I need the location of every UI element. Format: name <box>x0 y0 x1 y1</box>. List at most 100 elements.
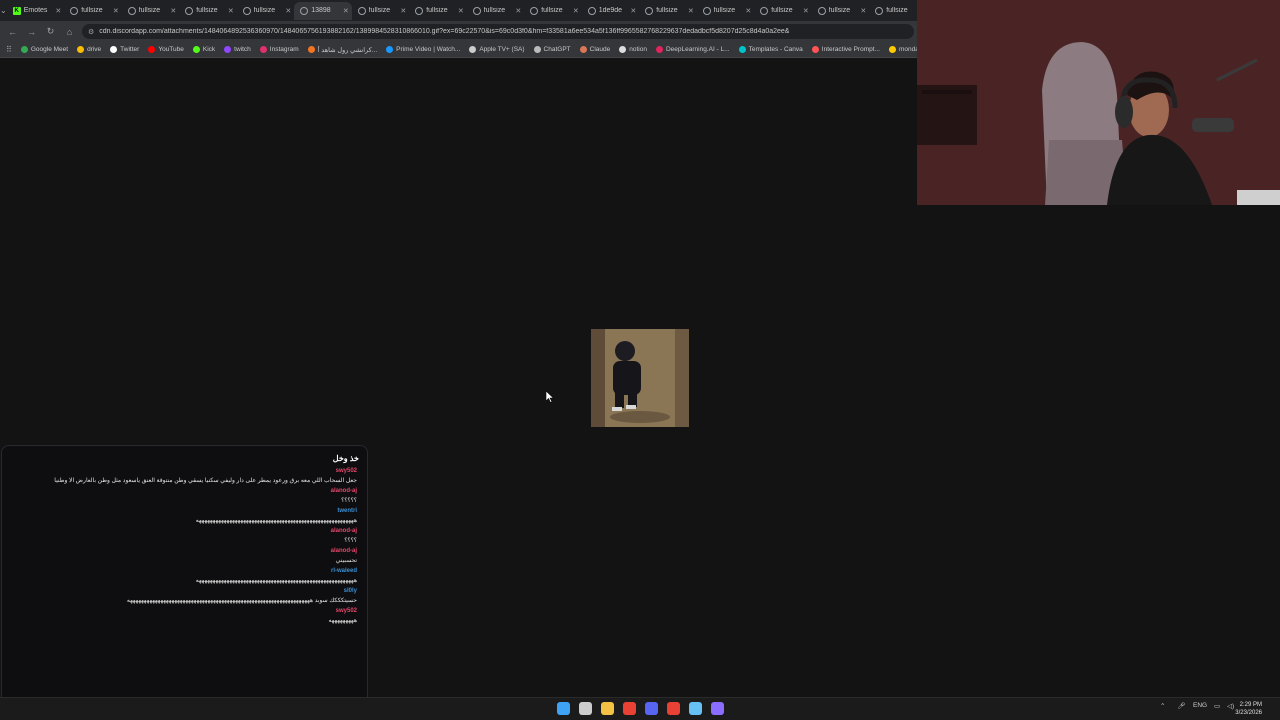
globe-icon <box>472 6 481 15</box>
tab-7[interactable]: fullsize ✕ <box>409 2 467 20</box>
tab-search-menu[interactable]: ⌄ <box>0 0 7 21</box>
close-tab-icon[interactable]: ✕ <box>170 7 176 15</box>
close-tab-icon[interactable]: ✕ <box>860 7 866 15</box>
microphone-icon[interactable]: 🎤︎ <box>1177 702 1185 710</box>
tab-2[interactable]: fullsize ✕ <box>122 2 180 20</box>
bookmark-favicon-icon <box>811 46 819 53</box>
bookmark-item[interactable]: Interactive Prompt... <box>811 46 880 54</box>
network-icon[interactable]: ▭ <box>1214 702 1220 710</box>
chat-username[interactable]: swy502 <box>17 468 357 474</box>
address-bar[interactable]: ⚙ cdn.discordapp.com/attachments/1484064… <box>82 24 914 39</box>
tab-12[interactable]: fullsize ✕ <box>697 2 755 20</box>
volume-icon[interactable]: ◁) <box>1227 702 1234 710</box>
bookmark-item[interactable]: Templates - Canva <box>738 46 803 54</box>
tab-10[interactable]: 1de9de ✕ <box>582 2 640 20</box>
bookmark-item[interactable]: drive <box>77 46 101 54</box>
tab-0[interactable]: K Emotes ✕ <box>7 2 65 20</box>
app-icon[interactable] <box>711 702 724 715</box>
tab-5[interactable]: 13898 ✕ <box>294 1 352 20</box>
close-tab-icon[interactable]: ✕ <box>573 7 579 15</box>
show-hidden-icons[interactable]: ⌃ <box>1160 702 1165 710</box>
bookmark-item[interactable]: DeepLearning.AI - L... <box>655 46 730 54</box>
clock[interactable]: 2:29 PM 3/23/2026 <box>1235 701 1262 717</box>
search-icon[interactable] <box>579 702 592 715</box>
bookmark-item[interactable]: notion <box>619 46 647 54</box>
home-button[interactable]: ⌂ <box>63 25 76 38</box>
forward-button[interactable]: → <box>25 25 38 38</box>
gif-image[interactable] <box>591 329 689 427</box>
chat-username[interactable]: alanod-aj <box>17 528 357 534</box>
bookmark-item[interactable]: ChatGPT <box>533 46 571 54</box>
close-tab-icon[interactable]: ✕ <box>285 7 291 15</box>
globe-icon <box>127 6 136 15</box>
tab-4[interactable]: fullsize ✕ <box>237 2 295 20</box>
close-tab-icon[interactable]: ✕ <box>458 7 464 15</box>
gif-scene <box>591 329 689 427</box>
apps-grid-icon[interactable]: ⠿ <box>6 45 12 54</box>
bookmark-item[interactable]: Twitter <box>110 46 139 54</box>
tab-11[interactable]: fullsize ✕ <box>639 2 697 20</box>
bookmark-item[interactable]: كرانشي رول شاهد أ... <box>307 46 377 54</box>
tab-label: fullsize <box>483 7 506 14</box>
chat-username[interactable]: sl0ly <box>17 588 357 594</box>
file-explorer-icon[interactable] <box>601 702 614 715</box>
tab-8[interactable]: fullsize ✕ <box>467 2 525 20</box>
close-tab-icon[interactable]: ✕ <box>630 7 636 15</box>
chat-username[interactable]: swy502 <box>17 608 357 614</box>
chat-username[interactable]: rl-waleed <box>17 568 357 574</box>
bookmark-item[interactable]: YouTube <box>148 46 184 54</box>
site-info-icon[interactable]: ⚙ <box>88 28 94 36</box>
bookmark-item[interactable]: Apple TV+ (SA) <box>469 46 525 54</box>
bookmark-label: Prime Video | Watch... <box>396 46 461 53</box>
tab-14[interactable]: fullsize ✕ <box>812 2 870 20</box>
bookmark-favicon-icon <box>888 46 896 53</box>
bookmark-label: Kick <box>202 46 216 53</box>
discord-icon[interactable] <box>645 702 658 715</box>
bookmark-label: notion <box>629 46 647 53</box>
globe-icon <box>760 6 769 15</box>
chrome-icon[interactable] <box>623 702 636 715</box>
close-tab-icon[interactable]: ✕ <box>688 7 694 15</box>
chrome-icon-2[interactable] <box>667 702 680 715</box>
tab-1[interactable]: fullsize ✕ <box>64 2 122 20</box>
tab-label: 1de9de <box>598 7 623 14</box>
close-tab-icon[interactable]: ✕ <box>228 7 234 15</box>
tab-label: fullsize <box>541 7 563 14</box>
bookmark-favicon-icon <box>259 46 267 53</box>
steam-icon[interactable] <box>689 702 702 715</box>
chat-username[interactable]: twentri <box>17 508 357 514</box>
tab-9[interactable]: fullsize ✕ <box>524 2 582 20</box>
webcam-overlay <box>917 0 1280 205</box>
bookmark-label: ChatGPT <box>543 46 571 53</box>
close-tab-icon[interactable]: ✕ <box>343 7 349 15</box>
tab-13[interactable]: fullsize ✕ <box>754 2 812 20</box>
chat-username[interactable]: alanod-aj <box>17 548 357 554</box>
close-tab-icon[interactable]: ✕ <box>745 7 751 15</box>
kick-icon: K <box>12 6 21 15</box>
bookmark-item[interactable]: Claude <box>579 46 610 54</box>
tab-3[interactable]: fullsize ✕ <box>179 2 237 20</box>
bookmark-favicon-icon <box>77 46 85 53</box>
windows-start-icon[interactable] <box>557 702 570 715</box>
bookmark-item[interactable]: Google Meet <box>20 46 68 54</box>
close-tab-icon[interactable]: ✕ <box>803 7 809 15</box>
bookmark-item[interactable]: monday.com | Out <box>888 46 918 54</box>
webcam-scene <box>917 0 1280 205</box>
close-tab-icon[interactable]: ✕ <box>515 7 521 15</box>
close-tab-icon[interactable]: ✕ <box>400 7 406 15</box>
chat-message: alanod-aj تحسبيني <box>17 548 357 564</box>
back-button[interactable]: ← <box>6 25 19 38</box>
bookmark-favicon-icon <box>224 46 232 53</box>
chat-text: هههههههههههههههههههههههههههههههههههههههه… <box>195 578 357 584</box>
bookmark-item[interactable]: Kick <box>192 46 216 54</box>
bookmark-item[interactable]: Prime Video | Watch... <box>386 46 460 54</box>
chat-username[interactable]: alanod-aj <box>17 488 357 494</box>
bookmark-item[interactable]: Instagram <box>259 46 299 54</box>
close-tab-icon[interactable]: ✕ <box>113 7 119 15</box>
reload-button[interactable]: ↻ <box>44 25 57 38</box>
bookmark-item[interactable]: twitch <box>224 46 251 54</box>
tab-6[interactable]: fullsize ✕ <box>352 2 410 20</box>
bookmark-favicon-icon <box>110 46 118 53</box>
close-tab-icon[interactable]: ✕ <box>55 7 61 15</box>
language-indicator[interactable]: ENG <box>1193 702 1207 709</box>
